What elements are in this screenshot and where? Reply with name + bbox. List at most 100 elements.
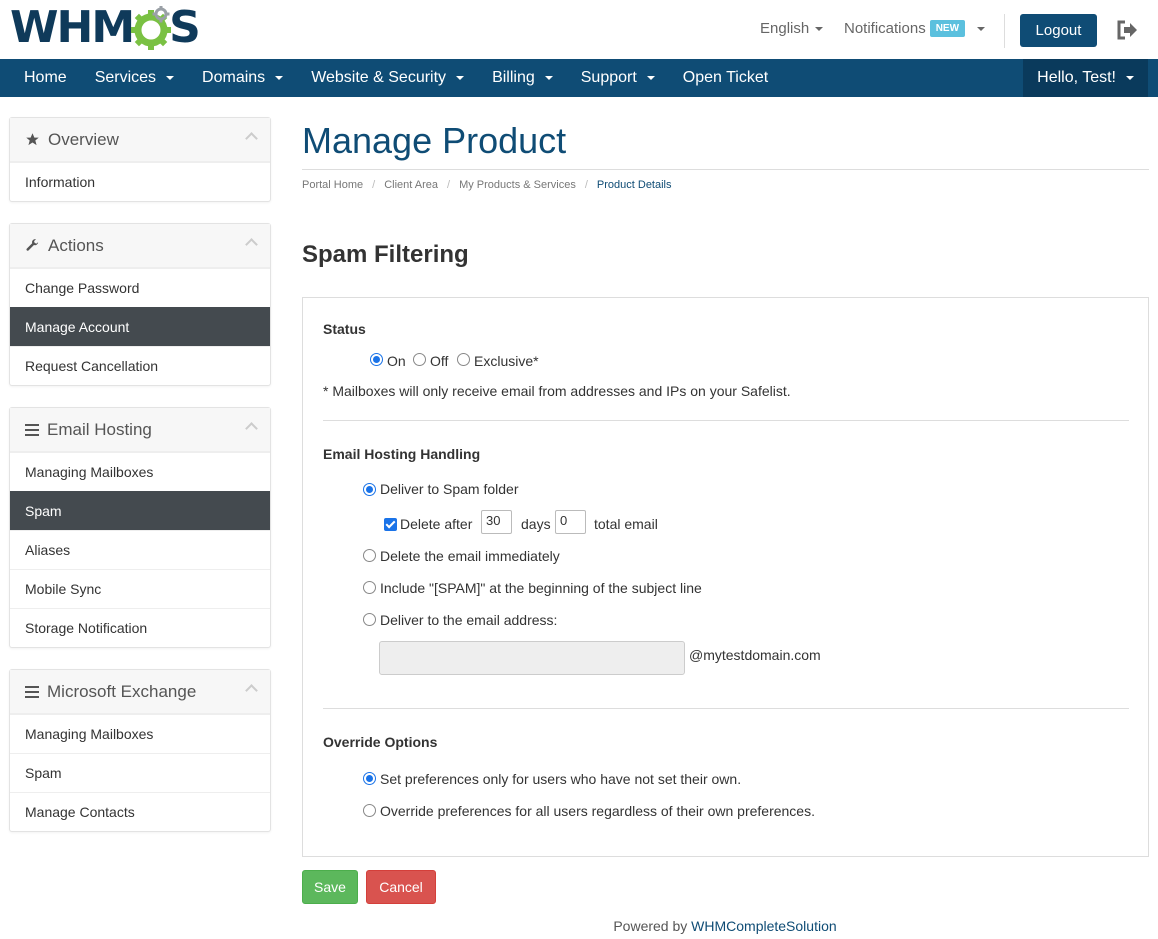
- nav-label: Services: [94, 69, 157, 86]
- sidebar-item-change-password[interactable]: Change Password: [10, 268, 270, 307]
- star-icon: [25, 132, 40, 147]
- page-title: Manage Product: [302, 120, 567, 161]
- main-nav: Home Services Domains Website & Security…: [0, 59, 1158, 97]
- override-option-2-label[interactable]: Override preferences for all users regar…: [380, 803, 815, 819]
- user-menu-label: Hello, Test!: [1037, 69, 1116, 86]
- deliver-to-address-label[interactable]: Deliver to the email address:: [380, 612, 557, 628]
- caret-down-icon: [275, 76, 284, 80]
- logo-text-right: S: [169, 2, 201, 53]
- nav-label: Website & Security: [311, 69, 447, 86]
- breadcrumb-current: Product Details: [596, 179, 672, 191]
- wrench-icon: [25, 238, 40, 253]
- divider: [1004, 14, 1005, 48]
- delete-immediately-label[interactable]: Delete the email immediately: [380, 548, 560, 564]
- new-badge: NEW: [929, 20, 966, 37]
- chevron-up-icon[interactable]: [245, 132, 258, 145]
- total-email-input[interactable]: 0: [555, 510, 586, 534]
- caret-down-icon: [977, 26, 986, 31]
- days-label: days: [521, 516, 551, 532]
- language-dropdown[interactable]: English: [760, 20, 824, 37]
- status-off-label[interactable]: Off: [430, 353, 448, 369]
- panel-header-overview[interactable]: Overview: [10, 118, 270, 162]
- sidebar-item-spam[interactable]: Spam: [10, 491, 270, 530]
- nav-services[interactable]: Services: [81, 59, 188, 97]
- override-option-1-radio[interactable]: [363, 772, 376, 785]
- sidebar-item-exchange-spam[interactable]: Spam: [10, 753, 270, 792]
- nav-domains[interactable]: Domains: [188, 59, 297, 97]
- caret-down-icon: [815, 27, 824, 32]
- logout-button[interactable]: Logout: [1020, 14, 1097, 47]
- divider: [323, 420, 1129, 421]
- spam-filter-form: Status On Off Exclusive* * Mailboxes wil…: [302, 297, 1149, 857]
- logo-text-left: WHM: [10, 2, 135, 53]
- panel-title: Overview: [48, 129, 119, 149]
- caret-down-icon: [646, 76, 655, 80]
- chevron-up-icon[interactable]: [245, 238, 258, 251]
- footer-link[interactable]: WHMCompleteSolution: [691, 918, 837, 934]
- override-option-2-radio[interactable]: [363, 804, 376, 817]
- nav-support[interactable]: Support: [567, 59, 669, 97]
- notifications-dropdown[interactable]: Notifications NEW: [844, 20, 986, 37]
- sidebar-item-storage-notification[interactable]: Storage Notification: [10, 608, 270, 647]
- cancel-button[interactable]: Cancel: [366, 870, 436, 904]
- sidebar-panel-email-hosting: Email Hosting Managing Mailboxes Spam Al…: [9, 407, 271, 648]
- breadcrumb-my-products[interactable]: My Products & Services: [459, 179, 576, 191]
- notifications-label: Notifications: [844, 20, 926, 37]
- include-spam-tag-label[interactable]: Include "[SPAM]" at the beginning of the…: [380, 580, 702, 596]
- sidebar-panel-actions: Actions Change Password Manage Account R…: [9, 223, 271, 386]
- sidebar-item-request-cancellation[interactable]: Request Cancellation: [10, 346, 270, 385]
- nav-home[interactable]: Home: [0, 59, 81, 97]
- status-on-label[interactable]: On: [387, 353, 406, 369]
- save-button[interactable]: Save: [302, 870, 358, 904]
- handling-label: Email Hosting Handling: [323, 446, 481, 462]
- sidebar-item-managing-mailboxes[interactable]: Managing Mailboxes: [10, 452, 270, 491]
- sidebar-item-aliases[interactable]: Aliases: [10, 530, 270, 569]
- user-menu[interactable]: Hello, Test!: [1023, 59, 1148, 97]
- email-domain-suffix: @mytestdomain.com: [689, 647, 821, 663]
- nav-open-ticket[interactable]: Open Ticket: [669, 59, 782, 97]
- sign-out-icon[interactable]: [1117, 20, 1139, 43]
- sidebar-item-manage-contacts[interactable]: Manage Contacts: [10, 792, 270, 831]
- status-exclusive-radio[interactable]: [457, 353, 470, 366]
- nav-billing[interactable]: Billing: [478, 59, 567, 97]
- section-title: Spam Filtering: [302, 241, 469, 268]
- status-exclusive-label[interactable]: Exclusive*: [474, 353, 539, 369]
- caret-down-icon: [544, 76, 553, 80]
- sidebar-item-manage-account[interactable]: Manage Account: [10, 307, 270, 346]
- override-option-1-label[interactable]: Set preferences only for users who have …: [380, 771, 741, 787]
- status-on-radio[interactable]: [370, 353, 383, 366]
- chevron-up-icon[interactable]: [245, 422, 258, 435]
- deliver-spam-folder-radio[interactable]: [363, 483, 376, 496]
- divider: [323, 708, 1129, 709]
- panel-header-actions[interactable]: Actions: [10, 224, 270, 268]
- sidebar-item-mobile-sync[interactable]: Mobile Sync: [10, 569, 270, 608]
- sidebar-item-information[interactable]: Information: [10, 162, 270, 201]
- email-address-input[interactable]: [379, 641, 685, 675]
- status-off-radio[interactable]: [413, 353, 426, 366]
- panel-header-exchange[interactable]: Microsoft Exchange: [10, 670, 270, 714]
- breadcrumb-separator: /: [584, 179, 588, 191]
- gear-logo-icon: [131, 6, 172, 50]
- delete-after-label[interactable]: Delete after: [400, 516, 472, 532]
- bars-icon: [25, 685, 39, 698]
- chevron-up-icon[interactable]: [245, 684, 258, 697]
- bars-icon: [25, 423, 39, 436]
- breadcrumb-portal-home[interactable]: Portal Home: [302, 179, 363, 191]
- deliver-to-address-radio[interactable]: [363, 613, 376, 626]
- panel-header-email-hosting[interactable]: Email Hosting: [10, 408, 270, 452]
- breadcrumb-client-area[interactable]: Client Area: [384, 179, 438, 191]
- delete-after-days-input[interactable]: 30: [481, 510, 512, 534]
- caret-down-icon: [166, 76, 175, 80]
- whmcs-logo[interactable]: WHM S: [10, 2, 201, 53]
- nav-website-security[interactable]: Website & Security: [297, 59, 478, 97]
- breadcrumb: Portal Home / Client Area / My Products & …: [302, 179, 672, 191]
- delete-after-checkbox[interactable]: [384, 518, 397, 531]
- include-spam-tag-radio[interactable]: [363, 581, 376, 594]
- sidebar-item-exchange-mailboxes[interactable]: Managing Mailboxes: [10, 714, 270, 753]
- panel-title: Email Hosting: [47, 419, 152, 439]
- nav-label: Domains: [202, 69, 266, 86]
- delete-immediately-radio[interactable]: [363, 549, 376, 562]
- nav-label: Support: [580, 69, 637, 86]
- deliver-spam-folder-label[interactable]: Deliver to Spam folder: [380, 481, 519, 497]
- nav-label: Billing: [492, 69, 535, 86]
